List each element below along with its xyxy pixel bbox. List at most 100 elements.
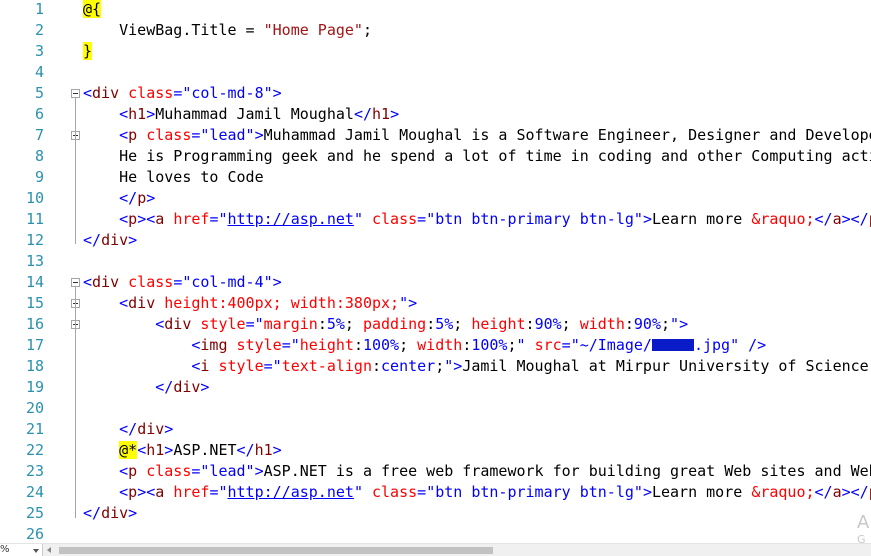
line-number: 11	[25, 210, 44, 228]
code-token: center	[381, 357, 436, 375]
line-number: 9	[34, 168, 44, 186]
code-token: div	[101, 231, 129, 249]
code-token: "	[254, 315, 264, 333]
code-token: </	[119, 420, 138, 438]
code-token: h1	[254, 441, 273, 459]
code-line[interactable]: 1 @{	[0, 0, 871, 20]
code-token: :	[353, 336, 363, 354]
code-token: ;	[362, 21, 372, 39]
code-text: </div>	[83, 503, 871, 524]
code-line[interactable]: 14 <div class="col-md-4">	[0, 272, 871, 293]
code-token: >	[390, 105, 400, 123]
code-token: "btn btn-primary btn-lg"	[426, 483, 643, 501]
code-line[interactable]: 16 <div style="margin:5%; padding:5%; he…	[0, 314, 871, 335]
code-text: ViewBag.Title = "Home Page";	[83, 20, 871, 41]
code-text: @*<h1>ASP.NET</h1>	[83, 440, 871, 461]
code-token: >	[254, 126, 264, 144]
fold-guide	[75, 97, 76, 244]
code-token: ;	[435, 357, 445, 375]
line-number: 5	[34, 84, 44, 102]
code-token: a	[832, 210, 842, 228]
code-token: :	[426, 315, 436, 333]
code-token: div	[101, 504, 129, 522]
code-token: h1	[146, 441, 165, 459]
code-token: ></	[841, 483, 869, 501]
code-line[interactable]: 19 </div>	[0, 377, 871, 398]
code-token: Learn more	[651, 210, 752, 228]
code-link[interactable]: http://asp.net	[228, 483, 354, 501]
code-text: <div class="col-md-8">	[83, 83, 871, 104]
code-token: "	[444, 357, 454, 375]
code-line[interactable]: 2 ViewBag.Title = "Home Page";	[0, 20, 871, 41]
code-text: <div style="margin:5%; padding:5%; heigh…	[83, 314, 871, 335]
code-token: "	[290, 336, 300, 354]
scroll-left-icon[interactable]	[47, 547, 51, 553]
code-line[interactable]: 6 <h1>Muhammad Jamil Moughal</h1>	[0, 104, 871, 125]
code-line[interactable]: 23 <p class="lead">ASP.NET is a free web…	[0, 461, 871, 482]
code-line[interactable]: 11 <p><a href="http://asp.net" class="bt…	[0, 209, 871, 230]
code-token: ></	[841, 210, 869, 228]
code-token: ;	[507, 336, 517, 354]
code-line[interactable]: 7 <p class="lead">Muhammad Jamil Moughal…	[0, 125, 871, 146]
code-token: <	[119, 483, 129, 501]
code-line[interactable]: 17 <img style="height:100%; width:100%;"…	[0, 335, 871, 356]
code-token: </	[155, 378, 174, 396]
code-token: padding	[362, 315, 427, 333]
code-line[interactable]: 25 </div>	[0, 503, 871, 524]
fold-guide	[75, 286, 76, 518]
line-number: 1	[34, 0, 44, 18]
code-line[interactable]: 24 <p><a href="http://asp.net" class="bt…	[0, 482, 871, 503]
scrollbar-thumb[interactable]	[59, 547, 493, 554]
zoom-value: %	[0, 544, 10, 555]
code-line[interactable]: 12 </div>	[0, 230, 871, 251]
code-token: ;	[344, 315, 363, 333]
code-token: p	[128, 483, 138, 501]
code-token: />	[748, 336, 767, 354]
code-token: href	[173, 210, 210, 228]
code-token: &raquo;	[751, 483, 815, 501]
code-line[interactable]: 9 He loves to Code	[0, 167, 871, 188]
code-text: <div class="col-md-4">	[83, 272, 871, 293]
code-line[interactable]: 15 <div height:400px; width:380px;">	[0, 293, 871, 314]
code-text: <p class="lead">ASP.NET is a free web fr…	[83, 461, 871, 482]
code-text: </div>	[83, 230, 871, 251]
code-line[interactable]: 4	[0, 62, 871, 83]
code-line[interactable]: 13	[0, 251, 871, 272]
code-token: div	[173, 378, 201, 396]
code-token: >	[272, 84, 282, 102]
zoom-dropdown[interactable]: %	[0, 544, 43, 556]
horizontal-scrollbar[interactable]: %	[0, 543, 871, 556]
code-line[interactable]: 22 @*<h1>ASP.NET</h1>	[0, 440, 871, 461]
code-line[interactable]: 10 </p>	[0, 188, 871, 209]
code-token: a	[832, 483, 842, 501]
code-line[interactable]: 8 He is Programming geek and he spend a …	[0, 146, 871, 167]
line-number: 6	[34, 105, 44, 123]
code-token: 90%	[534, 315, 562, 333]
line-number: 24	[25, 483, 44, 501]
code-line[interactable]: 21 </div>	[0, 419, 871, 440]
line-number: 15	[25, 294, 44, 312]
code-token: p	[128, 126, 138, 144]
code-token: &raquo;	[751, 210, 815, 228]
code-token: "lead"	[200, 126, 255, 144]
code-line[interactable]: 20	[0, 398, 871, 419]
line-number: 2	[34, 21, 44, 39]
code-token: a	[155, 483, 165, 501]
code-line[interactable]: 26	[0, 524, 871, 545]
code-token: =	[417, 483, 427, 501]
code-line[interactable]: 5 <div class="col-md-8">	[0, 83, 871, 104]
code-token: Muhammad Jamil Moughal is a Software Eng…	[263, 126, 871, 144]
code-editor[interactable]: 1 @{2 ViewBag.Title = "Home Page"; 3} 4 5 <di…	[0, 0, 871, 556]
code-line[interactable]: 18 <i style="text-align:center;">Jamil M…	[0, 356, 871, 377]
code-link[interactable]: http://asp.net	[228, 210, 354, 228]
code-line[interactable]: 3}	[0, 41, 871, 62]
line-number: 8	[34, 147, 44, 165]
code-token: <	[83, 273, 93, 291]
